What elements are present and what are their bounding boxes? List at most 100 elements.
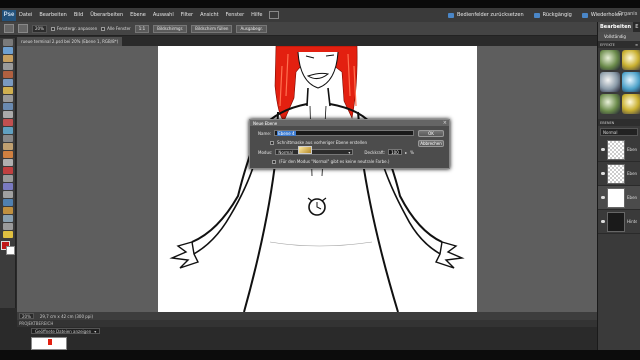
layers-header[interactable]: EBENEN (598, 119, 640, 126)
layer-row-active[interactable]: Ebene 1 (598, 186, 640, 210)
fill-screen-button[interactable]: Bildschirm füllen (191, 24, 233, 33)
effect-thumbnail[interactable] (600, 50, 620, 70)
eyedropper-icon[interactable] (3, 63, 13, 70)
gradient-icon[interactable] (3, 183, 13, 190)
organizer-tab[interactable]: Organis (618, 11, 637, 17)
blend-mode-select[interactable]: Normal (600, 128, 638, 136)
blur-tool-icon[interactable] (3, 199, 13, 206)
hand-tool-icon[interactable] (3, 55, 13, 62)
project-thumbnail[interactable] (31, 337, 67, 350)
arrange-icon[interactable] (268, 11, 279, 19)
close-icon[interactable]: × (443, 120, 447, 126)
new-layer-dialog: Neue Ebene × Name: Ebene 4 OK Schnittmas… (249, 119, 450, 169)
effect-thumbnail[interactable] (600, 72, 620, 92)
all-windows-checkbox[interactable]: Alle Fenster (101, 26, 131, 31)
opacity-dropdown-icon[interactable]: ▸ (405, 150, 407, 155)
pencil-icon[interactable] (3, 151, 13, 158)
hand-icon[interactable] (3, 223, 13, 230)
image-canvas[interactable] (158, 46, 477, 312)
effect-thumbnail[interactable] (622, 50, 640, 70)
menu-bild[interactable]: Bild (74, 12, 83, 18)
sponge-tool-icon[interactable] (3, 207, 13, 214)
neck (306, 87, 331, 107)
menu-hilfe[interactable]: Hilfe (251, 12, 262, 18)
crop-tool-icon[interactable] (3, 111, 13, 118)
zoom-field[interactable]: 20% (32, 24, 47, 33)
effects-header[interactable]: EFFEKTE ≡ (598, 41, 640, 48)
color-swatches[interactable] (1, 241, 15, 255)
move-tool-icon[interactable] (3, 39, 13, 46)
clone-stamp-icon[interactable] (3, 135, 13, 142)
menu-ebene[interactable]: Ebene (130, 12, 146, 18)
reset-panels-label: Bedienfelder zurücksetzen (457, 12, 524, 18)
menu-ansicht[interactable]: Ansicht (200, 12, 218, 18)
one-to-one-button[interactable]: 1:1 (134, 24, 150, 33)
effect-thumbnail[interactable] (622, 94, 640, 114)
paint-bucket-icon[interactable] (3, 175, 13, 182)
menu-datei[interactable]: Datei (19, 12, 32, 18)
effect-thumbnail[interactable] (622, 72, 640, 92)
opacity-input[interactable]: 100 (388, 149, 403, 155)
status-doc-size: 29,7 cm x 42 cm (300 ppi) (39, 313, 94, 319)
redo-button[interactable]: Wiederholen (581, 12, 622, 18)
marquee-tool-icon[interactable] (3, 71, 13, 78)
reset-panels-button[interactable]: Bedienfelder zurücksetzen (448, 12, 524, 18)
background-color[interactable] (6, 246, 15, 255)
print-size-button[interactable]: Ausgabegr. (236, 24, 267, 33)
document-tab[interactable]: rueue terminal 2.psd bei 20% (Ebene 1, R… (17, 37, 123, 46)
thumbnail-hair (48, 339, 52, 345)
brush-icon[interactable] (3, 159, 13, 166)
menu-ueberarbeiten[interactable]: Überarbeiten (90, 12, 123, 18)
chevron-down-icon: ▾ (348, 149, 351, 155)
zoom-icon[interactable] (3, 231, 13, 238)
zoom-out-icon[interactable] (18, 24, 28, 33)
type-tool-icon[interactable] (3, 103, 13, 110)
fit-screen-button[interactable]: Bildschirmgr. (153, 24, 188, 33)
zoom-tool-icon[interactable] (3, 47, 13, 54)
layer-row[interactable]: Hintergr (598, 210, 640, 234)
status-bar: 20% 29,7 cm x 42 cm (300 ppi) (17, 312, 597, 320)
eye-icon[interactable] (601, 196, 605, 199)
selection-brush-icon[interactable] (3, 95, 13, 102)
opacity-unit: % (410, 149, 414, 155)
eraser-icon[interactable] (3, 143, 13, 150)
shape-tool-icon[interactable] (3, 191, 13, 198)
clip-checkbox[interactable] (270, 140, 274, 145)
name-input[interactable]: Ebene 4 (274, 130, 415, 136)
tab-bearbeiten[interactable]: Bearbeiten (598, 22, 634, 32)
menu-fenster[interactable]: Fenster (226, 12, 245, 18)
project-bin-filter[interactable]: Geöffnete Dateien anzeigen ▾ (31, 328, 101, 334)
status-zoom[interactable]: 20% (19, 313, 34, 319)
cancel-button[interactable]: Abbrechen (418, 140, 444, 147)
menu-filter[interactable]: Filter (181, 12, 193, 18)
layer-row[interactable]: Ebene (598, 162, 640, 186)
healing-brush-icon[interactable] (3, 127, 13, 134)
effects-grid (598, 48, 640, 116)
layer-row[interactable]: Ebene (598, 138, 640, 162)
menu-bearbeiten[interactable]: Bearbeiten (39, 12, 66, 18)
magic-wand-icon[interactable] (3, 87, 13, 94)
smart-brush-icon[interactable] (3, 167, 13, 174)
project-bin-header[interactable]: PROJEKTBEREICH (17, 320, 597, 327)
eye-icon[interactable] (601, 172, 605, 175)
neutral-checkbox[interactable] (272, 159, 276, 164)
name-input-value: Ebene 4 (277, 130, 296, 136)
menu-auswahl[interactable]: Auswahl (153, 12, 174, 18)
red-eye-icon[interactable] (3, 119, 13, 126)
mode-select[interactable]: Normal ▾ (275, 149, 354, 155)
taskbar-strip (0, 350, 640, 360)
undo-label: Rückgängig (542, 12, 572, 18)
ok-button[interactable]: OK (418, 130, 444, 137)
dodge-tool-icon[interactable] (3, 215, 13, 222)
lasso-tool-icon[interactable] (3, 79, 13, 86)
undo-button[interactable]: Rückgängig (533, 12, 572, 18)
edit-mode-full[interactable]: Vollständig (598, 32, 640, 41)
eye-icon[interactable] (601, 148, 605, 151)
reset-panels-icon (448, 12, 454, 18)
eye-icon[interactable] (601, 220, 605, 223)
resize-windows-checkbox[interactable]: Fenstergr. anpassen (50, 26, 97, 31)
effect-thumbnail[interactable] (600, 94, 620, 114)
tab-erstellen[interactable]: E (633, 22, 640, 32)
more-icon[interactable]: ≡ (635, 43, 638, 47)
layer-thumbnail (607, 139, 625, 160)
